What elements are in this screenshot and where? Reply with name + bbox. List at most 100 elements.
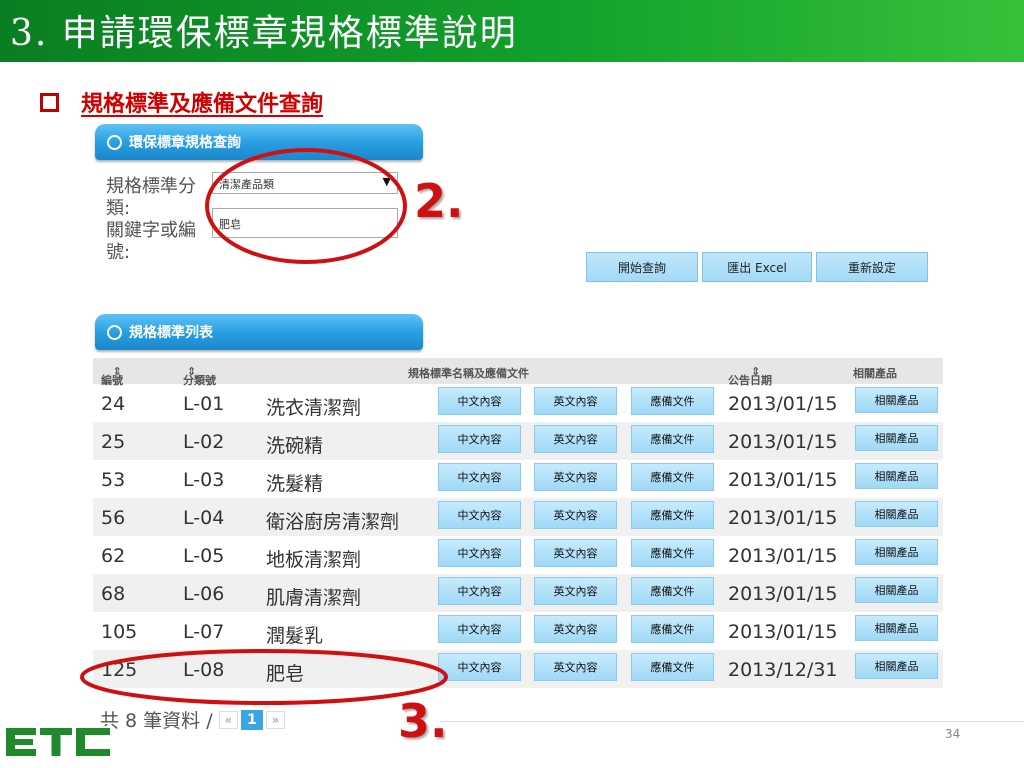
cell-date: 2013/01/15 [728,545,838,567]
cell-name: 潤髮乳 [266,625,324,647]
english-content-button[interactable]: 英文內容 [534,463,617,491]
cell-name: 肥皂 [266,663,305,685]
cell-code: L-03 [183,469,225,491]
related-products-button[interactable]: 相關產品 [855,539,938,565]
cell-id: 53 [101,469,126,491]
chinese-content-button[interactable]: 中文內容 [438,653,521,681]
required-docs-button[interactable]: 應備文件 [631,615,714,643]
table-row: 24 L-01 洗衣清潔劑 中文內容 英文內容 應備文件 2013/01/15 相關產品 [93,384,943,422]
cell-code: L-01 [183,393,225,415]
cell-date: 2013/01/15 [728,393,838,415]
cell-code: L-06 [183,583,225,605]
dropdown-arrow-icon: ▼ [382,175,391,188]
keyword-input[interactable]: 肥皂 [212,208,398,238]
related-products-button[interactable]: 相關產品 [855,501,938,527]
header-code[interactable]: 分類號 ⇕ [183,365,216,387]
english-content-button[interactable]: 英文內容 [534,425,617,453]
list-panel-tab: 規格標準列表 [95,314,423,350]
required-docs-button[interactable]: 應備文件 [631,539,714,567]
keyword-input-value: 肥皂 [219,218,241,231]
related-products-button[interactable]: 相關產品 [855,425,938,451]
cell-code: L-04 [183,507,225,529]
pager-summary: 共 8 筆資料 / [100,710,213,732]
english-content-button[interactable]: 英文內容 [534,653,617,681]
required-docs-button[interactable]: 應備文件 [631,501,714,529]
highlight-ellipse-form [205,148,407,264]
category-select[interactable]: 清潔產品類 ▼ [212,172,398,194]
search-panel-tab: 環保標章規格查詢 [95,124,423,160]
circle-icon [107,134,122,150]
chinese-content-button[interactable]: 中文內容 [438,577,521,605]
keyword-label: 關鍵字或編號: [106,220,196,263]
table-row: 25 L-02 洗碗精 中文內容 英文內容 應備文件 2013/01/15 相關產品 [93,422,943,460]
required-docs-button[interactable]: 應備文件 [631,387,714,415]
cell-id: 105 [101,621,138,643]
cell-date: 2013/01/15 [728,583,838,605]
required-docs-button[interactable]: 應備文件 [631,425,714,453]
english-content-button[interactable]: 英文內容 [534,577,617,605]
english-content-button[interactable]: 英文內容 [534,615,617,643]
table-row: 53 L-03 洗髮精 中文內容 英文內容 應備文件 2013/01/15 相關產品 [93,460,943,498]
search-panel-title: 環保標章規格查詢 [129,135,241,151]
chinese-content-button[interactable]: 中文內容 [438,387,521,415]
chinese-content-button[interactable]: 中文內容 [438,615,521,643]
english-content-button[interactable]: 英文內容 [534,539,617,567]
header-name: 規格標準名稱及應備文件 [408,367,529,380]
section-title: 規格標準及應備文件查詢 [81,92,324,117]
cell-code: L-08 [183,659,225,681]
english-content-button[interactable]: 英文內容 [534,501,617,529]
step-3-marker: 3. [398,694,448,748]
standards-table: 編號 ⇕ 分類號 ⇕ 規格標準名稱及應備文件 公告日期 ⇕ 相關產品 24 L-0… [93,358,943,688]
category-label: 規格標準分類: [106,176,196,219]
cell-date: 2013/01/15 [728,431,838,453]
header-related: 相關產品 [853,367,897,380]
list-panel-title: 規格標準列表 [129,325,213,341]
cell-name: 洗碗精 [266,435,324,457]
cell-id: 68 [101,583,126,605]
related-products-button[interactable]: 相關產品 [855,615,938,641]
cell-date: 2013/01/15 [728,621,838,643]
cell-name: 洗衣清潔劑 [266,397,362,419]
chinese-content-button[interactable]: 中文內容 [438,501,521,529]
chinese-content-button[interactable]: 中文內容 [438,463,521,491]
export-excel-button[interactable]: 匯出 Excel [702,252,812,282]
related-products-button[interactable]: 相關產品 [855,463,938,489]
header-id[interactable]: 編號 ⇕ [101,365,123,387]
chinese-content-button[interactable]: 中文內容 [438,425,521,453]
cell-name: 衛浴廚房清潔劑 [266,511,400,533]
pager-next[interactable]: » [265,710,286,729]
cell-date: 2013/12/31 [728,659,838,681]
pager-prev[interactable]: « [218,710,238,729]
cell-date: 2013/01/15 [728,469,838,491]
cell-id: 24 [101,393,126,415]
table-row: 56 L-04 衛浴廚房清潔劑 中文內容 英文內容 應備文件 2013/01/15 相關產品 [93,498,943,536]
cell-date: 2013/01/15 [728,507,838,529]
chinese-content-button[interactable]: 中文內容 [438,539,521,567]
cell-code: L-02 [183,431,225,453]
required-docs-button[interactable]: 應備文件 [631,653,714,681]
square-bullet-icon [40,92,59,112]
section-heading: 規格標準及應備文件查詢 [40,86,323,118]
footer-divider [440,721,1024,722]
reset-button[interactable]: 重新設定 [816,252,928,282]
table-row: 125 L-08 肥皂 中文內容 英文內容 應備文件 2013/12/31 相關產品 [93,650,943,688]
required-docs-button[interactable]: 應備文件 [631,463,714,491]
cell-id: 56 [101,507,126,529]
related-products-button[interactable]: 相關產品 [855,577,938,603]
header-date[interactable]: 公告日期 ⇕ [728,365,772,387]
related-products-button[interactable]: 相關產品 [855,387,938,413]
required-docs-button[interactable]: 應備文件 [631,577,714,605]
pager-current[interactable]: 1 [240,709,263,730]
cell-id: 62 [101,545,126,567]
cell-code: L-07 [183,621,225,643]
cell-name: 肌膚清潔劑 [266,587,362,609]
circle-icon [107,324,122,340]
related-products-button[interactable]: 相關產品 [855,653,938,679]
table-row: 68 L-06 肌膚清潔劑 中文內容 英文內容 應備文件 2013/01/15 相關產品 [93,574,943,612]
slide-title-bar: 3. 申請環保標章規格標準說明 [0,0,1024,62]
english-content-button[interactable]: 英文內容 [534,387,617,415]
table-header: 編號 ⇕ 分類號 ⇕ 規格標準名稱及應備文件 公告日期 ⇕ 相關產品 [93,358,943,387]
table-body: 24 L-01 洗衣清潔劑 中文內容 英文內容 應備文件 2013/01/15 相關產品 25 L… [93,384,943,688]
search-button[interactable]: 開始查詢 [586,252,698,282]
table-row: 105 L-07 潤髮乳 中文內容 英文內容 應備文件 2013/01/15 相關產品 [93,612,943,650]
